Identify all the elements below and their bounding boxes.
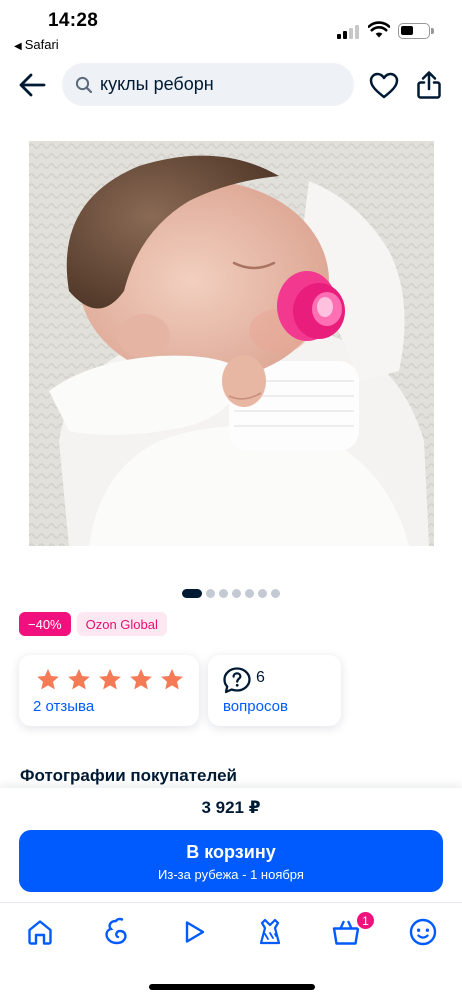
search-query: куклы реборн	[100, 74, 214, 94]
cellular-signal-icon	[337, 25, 361, 39]
product-photo[interactable]	[29, 141, 434, 546]
questions-count: 6	[256, 669, 265, 686]
battery-icon	[398, 23, 434, 39]
carousel-dot[interactable]	[271, 588, 280, 598]
nav-fresh[interactable]	[100, 916, 132, 948]
buy-panel: 3 921 ₽ В корзину Из-за рубежа - 1 ноябр…	[0, 788, 462, 902]
photo-carousel-dots[interactable]	[182, 588, 280, 598]
rating-card[interactable]: 2 отзыва	[19, 655, 199, 726]
home-icon	[28, 920, 52, 945]
nav-video[interactable]	[178, 916, 210, 948]
add-to-cart-button[interactable]: В корзину Из-за рубежа - 1 ноября	[19, 830, 443, 892]
nav-home[interactable]	[24, 916, 56, 948]
share-icon	[417, 71, 441, 99]
wifi-icon	[368, 21, 390, 38]
carousel-dot[interactable]	[206, 588, 215, 598]
reviews-link[interactable]: 2 отзыва	[33, 698, 94, 715]
question-bubble-icon	[223, 667, 251, 694]
status-bar: 14:28 ◀ Safari	[0, 0, 462, 58]
carousel-dot[interactable]	[232, 588, 241, 598]
star-icon	[99, 668, 121, 690]
favorite-button[interactable]	[368, 70, 400, 100]
product-price: 3 921 ₽	[201, 798, 261, 817]
fashion-icon	[259, 918, 281, 945]
carousel-dot[interactable]	[258, 588, 267, 598]
delivery-date-label: Из-за рубежа - 1 ноября	[158, 867, 304, 882]
star-icon	[130, 668, 152, 690]
heart-icon	[369, 72, 399, 98]
nav-fashion[interactable]	[254, 916, 286, 948]
carousel-dot[interactable]	[219, 588, 228, 598]
home-indicator[interactable]	[149, 984, 315, 990]
star-icon	[37, 668, 59, 690]
profile-icon	[409, 918, 437, 946]
customer-photos-title: Фотографии покупателей	[20, 766, 237, 785]
add-to-cart-label: В корзину	[186, 842, 276, 862]
questions-card[interactable]: 6 вопросов	[208, 655, 341, 726]
product-header: куклы реборн	[0, 60, 462, 110]
share-button[interactable]	[414, 69, 444, 101]
carousel-dot[interactable]	[245, 588, 254, 598]
back-arrow-icon	[19, 73, 46, 97]
back-to-app-link[interactable]: ◀ Safari	[14, 37, 59, 52]
star-icon	[68, 668, 90, 690]
cart-count-badge: 1	[355, 910, 376, 931]
search-icon	[74, 75, 94, 95]
star-icon	[161, 668, 183, 690]
product-badges: −40% Ozon Global	[19, 612, 167, 636]
back-button[interactable]	[16, 70, 48, 100]
fresh-icon	[105, 917, 127, 945]
search-input[interactable]: куклы реборн	[62, 63, 354, 106]
discount-badge: −40%	[19, 612, 71, 636]
back-app-label: Safari	[24, 37, 59, 52]
ozon-global-badge[interactable]: Ozon Global	[76, 612, 167, 636]
questions-link[interactable]: вопросов	[223, 698, 288, 715]
rating-stars	[35, 667, 185, 692]
carousel-dot-active[interactable]	[182, 588, 202, 598]
nav-profile[interactable]	[407, 916, 439, 948]
video-icon	[185, 921, 205, 943]
status-time: 14:28	[48, 10, 99, 31]
